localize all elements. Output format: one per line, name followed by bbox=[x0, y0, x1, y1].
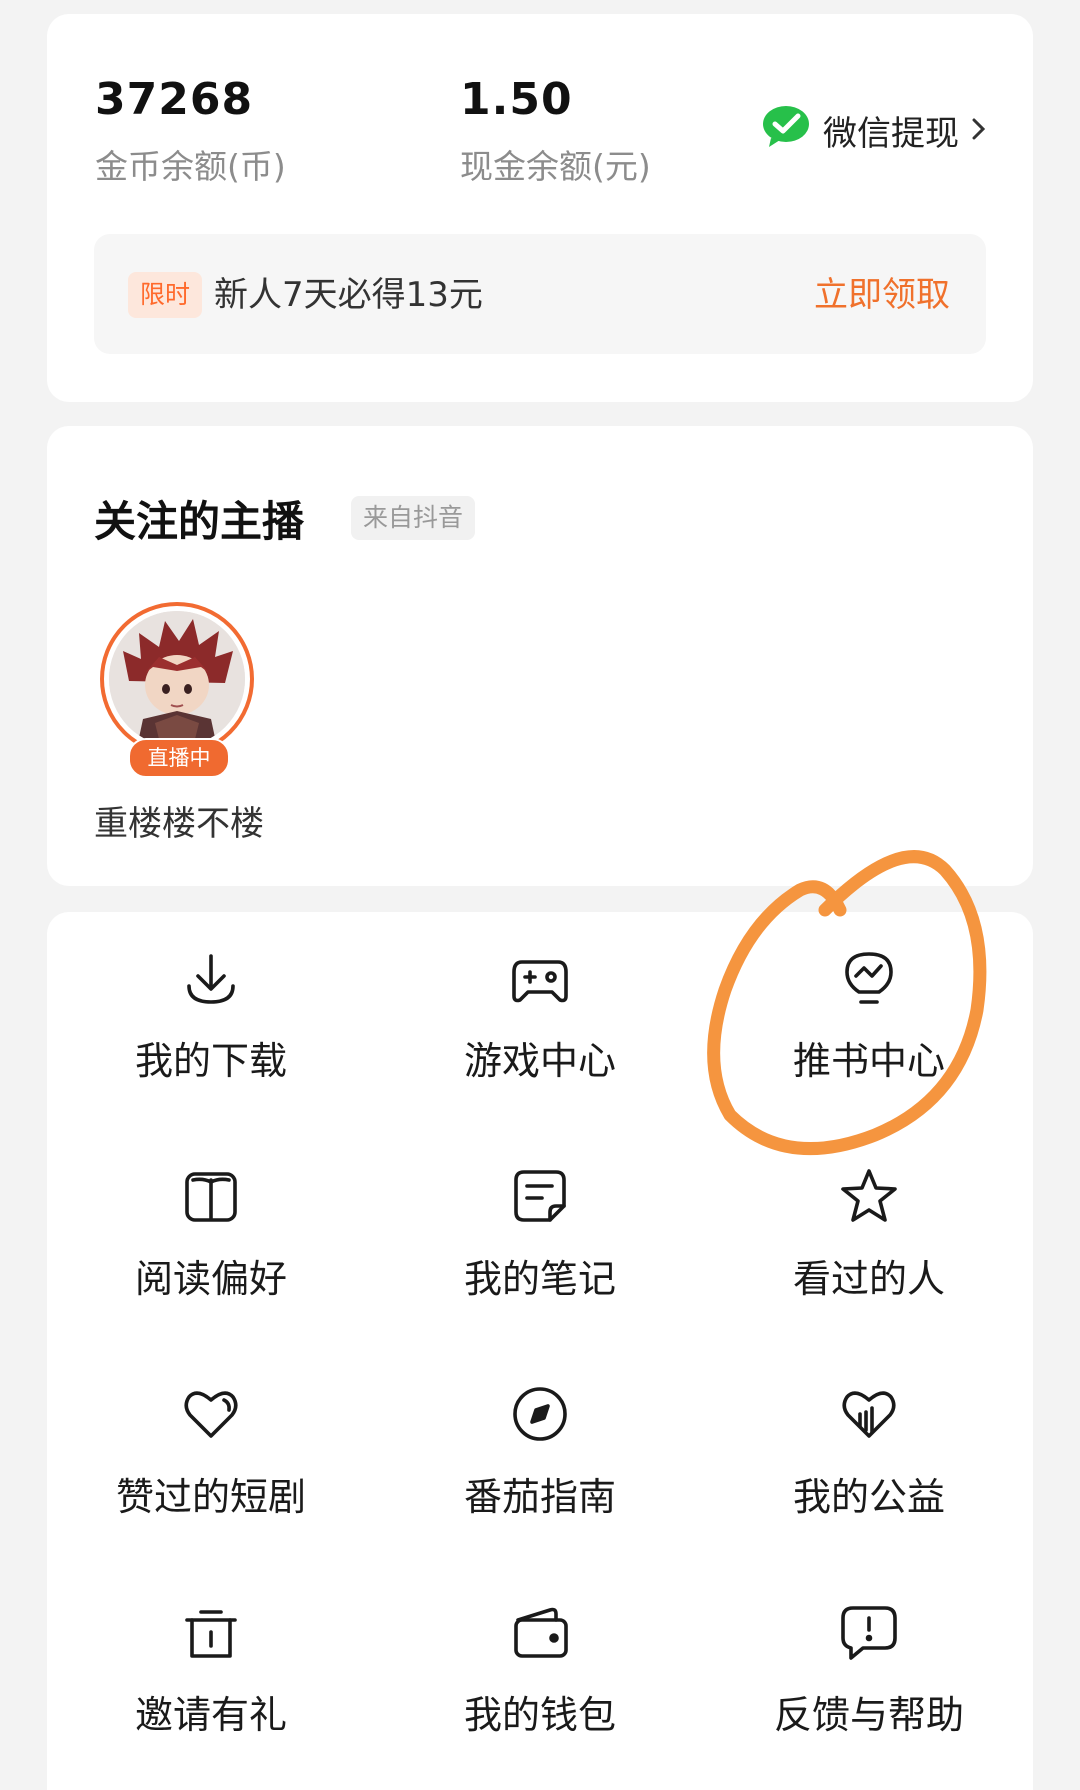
menu-item-book-recommendation[interactable]: 推书中心 bbox=[705, 912, 1033, 1112]
streamer-name: 重楼楼不楼 bbox=[94, 804, 264, 844]
menu-label: 赞过的短剧 bbox=[115, 1475, 306, 1519]
heart-icon bbox=[181, 1384, 241, 1444]
menu-item-my-charity[interactable]: 我的公益 bbox=[705, 1348, 1033, 1548]
gift-box-icon bbox=[181, 1602, 241, 1662]
menu-item-invite-rewards[interactable]: 邀请有礼 bbox=[47, 1566, 375, 1766]
feedback-icon bbox=[839, 1602, 899, 1662]
chevron-right-icon bbox=[971, 111, 987, 151]
menu-label: 邀请有礼 bbox=[134, 1693, 287, 1737]
promo-banner[interactable]: 限时 新人7天必得13元 立即领取 bbox=[94, 234, 986, 354]
menu-label: 看过的人 bbox=[792, 1257, 945, 1301]
wechat-icon bbox=[761, 104, 811, 157]
claim-now-button[interactable]: 立即领取 bbox=[814, 272, 950, 318]
menu-label: 我的笔记 bbox=[463, 1257, 616, 1301]
promo-text: 新人7天必得13元 bbox=[214, 275, 483, 315]
avatar[interactable] bbox=[109, 611, 245, 747]
menu-label: 我的钱包 bbox=[463, 1693, 616, 1737]
menu-item-liked-dramas[interactable]: 赞过的短剧 bbox=[47, 1348, 375, 1548]
menu-item-reading-preference[interactable]: 阅读偏好 bbox=[47, 1130, 375, 1330]
menu-label: 游戏中心 bbox=[463, 1039, 616, 1083]
section-title: 关注的主播 bbox=[94, 497, 305, 546]
menu-item-my-wallet[interactable]: 我的钱包 bbox=[376, 1566, 704, 1766]
lightbulb-icon bbox=[839, 948, 899, 1008]
menu-label: 我的下载 bbox=[134, 1039, 287, 1083]
menu-item-viewed-people[interactable]: 看过的人 bbox=[705, 1130, 1033, 1330]
menu-label: 我的公益 bbox=[792, 1475, 945, 1519]
menu-item-feedback-help[interactable]: 反馈与帮助 bbox=[705, 1566, 1033, 1766]
download-icon bbox=[181, 948, 241, 1008]
menu-item-tomato-guide[interactable]: 番茄指南 bbox=[376, 1348, 704, 1548]
menu-label: 阅读偏好 bbox=[134, 1257, 287, 1301]
coin-balance-label: 金币余额(币) bbox=[95, 147, 286, 186]
charity-heart-icon bbox=[839, 1384, 899, 1444]
menu-label: 番茄指南 bbox=[463, 1475, 616, 1519]
star-icon bbox=[839, 1166, 899, 1226]
coin-balance[interactable]: 37268 bbox=[95, 74, 253, 125]
limited-time-tag: 限时 bbox=[128, 272, 203, 318]
menu-item-my-notes[interactable]: 我的笔记 bbox=[376, 1130, 704, 1330]
followed-streamers-card: 关注的主播 来自抖音 直播中 重楼楼不楼 bbox=[47, 426, 1033, 886]
cash-balance[interactable]: 1.50 bbox=[460, 74, 573, 125]
menu-item-game-center[interactable]: 游戏中心 bbox=[376, 912, 704, 1112]
withdraw-label: 微信提现 bbox=[823, 114, 959, 154]
book-icon bbox=[181, 1166, 241, 1226]
cash-balance-label: 现金余额(元) bbox=[460, 147, 651, 186]
source-tag: 来自抖音 bbox=[351, 496, 476, 540]
menu-label: 推书中心 bbox=[792, 1039, 945, 1083]
feature-menu-card: 我的下载 游戏中心 推书中心 阅读偏好 我的笔记 看过的人 赞过的短剧 番茄指南… bbox=[47, 912, 1033, 1790]
wallet-card: 37268 金币余额(币) 1.50 现金余额(元) 微信提现 限时 新人7天必… bbox=[47, 14, 1033, 402]
menu-item-downloads[interactable]: 我的下载 bbox=[47, 912, 375, 1112]
note-icon bbox=[510, 1166, 570, 1226]
gamepad-icon bbox=[510, 948, 570, 1008]
menu-label: 反馈与帮助 bbox=[773, 1693, 964, 1737]
live-badge: 直播中 bbox=[128, 738, 230, 778]
wechat-withdraw-button[interactable]: 微信提现 bbox=[761, 104, 987, 157]
wallet-icon bbox=[510, 1602, 570, 1662]
compass-icon bbox=[510, 1384, 570, 1444]
